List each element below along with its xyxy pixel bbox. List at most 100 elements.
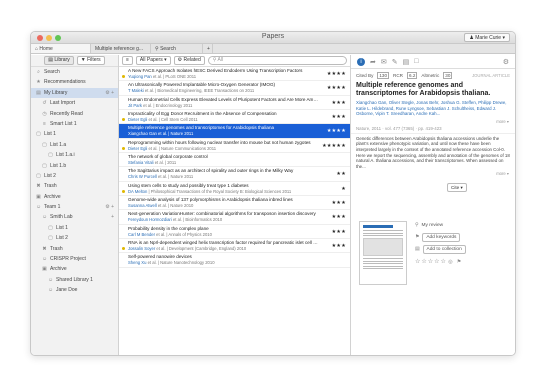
- info-icon[interactable]: i: [357, 57, 365, 66]
- filters-button[interactable]: ▼ Filters: [76, 56, 105, 65]
- related-button[interactable]: ⚙ Related: [173, 56, 205, 65]
- paper-row-rating[interactable]: ★★★: [332, 200, 346, 206]
- sidebar-item[interactable]: ▢ List 2: [31, 233, 118, 243]
- edit-icon[interactable]: ✎: [392, 58, 398, 66]
- sidebar-item-label: Recently Read: [50, 110, 83, 117]
- sidebar-item[interactable]: ✖ Trash: [31, 244, 118, 254]
- paper-row[interactable]: Multiple reference genomes and transcrip…: [119, 124, 350, 139]
- all-papers-dropdown[interactable]: All Papers ▾: [135, 56, 171, 65]
- sidebar-item[interactable]: ☺ Team 1 ⚙ +: [31, 202, 118, 212]
- sidebar-item-label: List 2: [44, 172, 56, 179]
- sidebar-item-label: Jane Doe: [56, 287, 78, 294]
- share-icon[interactable]: ➦: [370, 58, 376, 66]
- flag-icon[interactable]: ⚑: [457, 260, 461, 265]
- sidebar-item-actions[interactable]: ⚙ +: [105, 88, 114, 98]
- sidebar-item-icon: ↺: [42, 100, 47, 107]
- sidebar-item[interactable]: ★ Recommendations: [31, 77, 118, 87]
- add-keywords-button[interactable]: Add keywords: [422, 233, 461, 242]
- paper-row-rating[interactable]: ★★★★: [327, 128, 346, 134]
- sidebar-item[interactable]: ▢ List 1.a.i: [31, 150, 118, 160]
- target-icon[interactable]: ◎: [448, 260, 452, 265]
- paper-row-rating[interactable]: ★★★★: [327, 71, 346, 77]
- sidebar-item[interactable]: ↺ Last Import: [31, 98, 118, 108]
- sidebar-item[interactable]: ☺ Shared Library 1: [31, 275, 118, 285]
- rcr-value[interactable]: 6.2: [407, 72, 418, 79]
- review-row[interactable]: ⚲ My review: [415, 220, 505, 232]
- paper-row-rating[interactable]: ★★★: [332, 214, 346, 220]
- sidebar-item[interactable]: ▢ List 1: [31, 129, 118, 139]
- add-to-collection-button[interactable]: Add to collection: [422, 245, 466, 254]
- comment-icon[interactable]: ✉: [381, 58, 387, 66]
- cite-button[interactable]: Cite ▾: [447, 183, 467, 193]
- paper-row-rating[interactable]: ★★★: [332, 100, 346, 106]
- sidebar-item[interactable]: ◷ Recently Read: [31, 109, 118, 119]
- paper-row[interactable]: The network of global corporate control S…: [119, 153, 350, 168]
- list-search-input[interactable]: ⚲ All: [207, 56, 347, 65]
- list-toolbar: ≡ All Papers ▾ ⚙ Related ⚲ All: [119, 55, 350, 67]
- tab-search[interactable]: ⚲ Search: [151, 44, 203, 53]
- paper-row[interactable]: Human Endometrial Cells Express Elevated…: [119, 96, 350, 111]
- sidebar-toolbar: ▤ Library ▼ Filters: [31, 55, 118, 67]
- sidebar-item-icon: ☺: [41, 214, 48, 221]
- rating-stars[interactable]: ☆☆☆☆☆: [415, 259, 447, 265]
- pdf-thumbnail[interactable]: [359, 221, 407, 285]
- sidebar-item[interactable]: ▢ List 1.a: [31, 140, 118, 150]
- paper-row-rating[interactable]: ★★: [336, 171, 346, 177]
- user-menu-button[interactable]: ♟ Marie Curie ▾: [464, 33, 510, 42]
- sidebar-item[interactable]: ⌕ Search: [31, 67, 118, 77]
- paper-row[interactable]: Reprogramming within hours following nuc…: [119, 139, 350, 154]
- paper-row-rating[interactable]: ★★★: [332, 243, 346, 249]
- paper-row[interactable]: Impracticality of Egg Donor Recruitment …: [119, 110, 350, 125]
- paper-row-meta: Carl M Bender et al. | Annals of Physics…: [128, 232, 318, 238]
- sidebar-item-actions[interactable]: ⚙ +: [105, 202, 114, 212]
- sidebar-item[interactable]: ▢ List 1.b: [31, 161, 118, 171]
- sidebar-item[interactable]: ▢ List 1: [31, 223, 118, 233]
- chart-icon[interactable]: ▤: [403, 58, 410, 66]
- paper-authors[interactable]: Xiangchao Gan, Oliver Stegle, Jonas Behr…: [351, 98, 515, 119]
- tab-home[interactable]: ⌂ Home: [31, 44, 91, 53]
- paper-row[interactable]: The Sagittarius impact as an architect o…: [119, 167, 350, 182]
- sidebar-item[interactable]: ▣ Archive: [31, 264, 118, 274]
- paper-rows: A New FACS Approach Isolates hESC Derive…: [119, 67, 350, 268]
- paper-row[interactable]: A New FACS Approach Isolates hESC Derive…: [119, 67, 350, 82]
- view-toggle-button[interactable]: ≡: [122, 56, 133, 65]
- paper-row-rating[interactable]: ★★★: [332, 229, 346, 235]
- paper-row[interactable]: Self-powered nanowire devices Sheng Xu et…: [119, 253, 350, 268]
- paper-row[interactable]: An Ultrasonically Powered Implantable Mi…: [119, 81, 350, 96]
- cited-by-count[interactable]: 130: [377, 72, 390, 79]
- paper-row[interactable]: Using stem cells to study and possibly t…: [119, 182, 350, 197]
- sidebar-item[interactable]: ☺ Jane Doe: [31, 285, 118, 295]
- sidebar-item[interactable]: ▣ Archive: [31, 192, 118, 202]
- unread-dot: [122, 247, 125, 251]
- paper-row[interactable]: Probability density in the complex plane…: [119, 225, 350, 240]
- paper-row-rating[interactable]: ★★★: [332, 114, 346, 120]
- paper-row-meta: Stefania Vitali et al. | 2011: [128, 160, 318, 166]
- sidebar-item[interactable]: ≡ Smart List 1: [31, 119, 118, 129]
- sidebar-item-icon: ☺: [35, 204, 42, 211]
- sidebar-item[interactable]: ✖ Trash: [31, 181, 118, 191]
- gear-icon[interactable]: ⚙: [503, 58, 509, 66]
- paper-row-rating[interactable]: ★★★★★: [322, 143, 346, 149]
- paper-row[interactable]: Next-generation VariationHunter: combina…: [119, 210, 350, 225]
- paper-row-authors: Stefania Vitali: [128, 160, 154, 166]
- library-button[interactable]: ▤ Library: [44, 56, 74, 65]
- sidebar-item[interactable]: ▤ My Library ⚙ +: [31, 87, 118, 99]
- abstract-more-link[interactable]: more ▾: [351, 171, 515, 176]
- sidebar-item-actions[interactable]: +: [111, 212, 114, 222]
- paper-row-authors: Dieter Egli: [128, 117, 148, 123]
- paper-row-authors: DA Melton: [128, 188, 148, 194]
- sidebar-item[interactable]: ▢ List 2: [31, 171, 118, 181]
- paper-row-meta: Sheng Xu et al. | Nature Nanotechnology …: [128, 260, 318, 266]
- paper-row-rating[interactable]: ★★★★: [327, 85, 346, 91]
- files-icon[interactable]: □: [414, 58, 418, 65]
- sidebar-item[interactable]: ☺ CRISPR Project: [31, 254, 118, 264]
- cited-by-label: Cited By: [356, 73, 374, 78]
- sidebar-item-icon: ▢: [42, 162, 47, 169]
- altmetric-value[interactable]: 30: [443, 72, 453, 79]
- paper-row[interactable]: Genome-wide analysis of 137 polymorphism…: [119, 196, 350, 211]
- tab-paper[interactable]: Multiple reference g...: [91, 44, 151, 53]
- paper-row-rating[interactable]: ★: [341, 186, 346, 192]
- new-tab-button[interactable]: +: [203, 44, 213, 53]
- paper-row[interactable]: RNA is an Nprl-dependent winged helix tr…: [119, 239, 350, 254]
- sidebar-item[interactable]: ☺ Smith Lab +: [31, 212, 118, 222]
